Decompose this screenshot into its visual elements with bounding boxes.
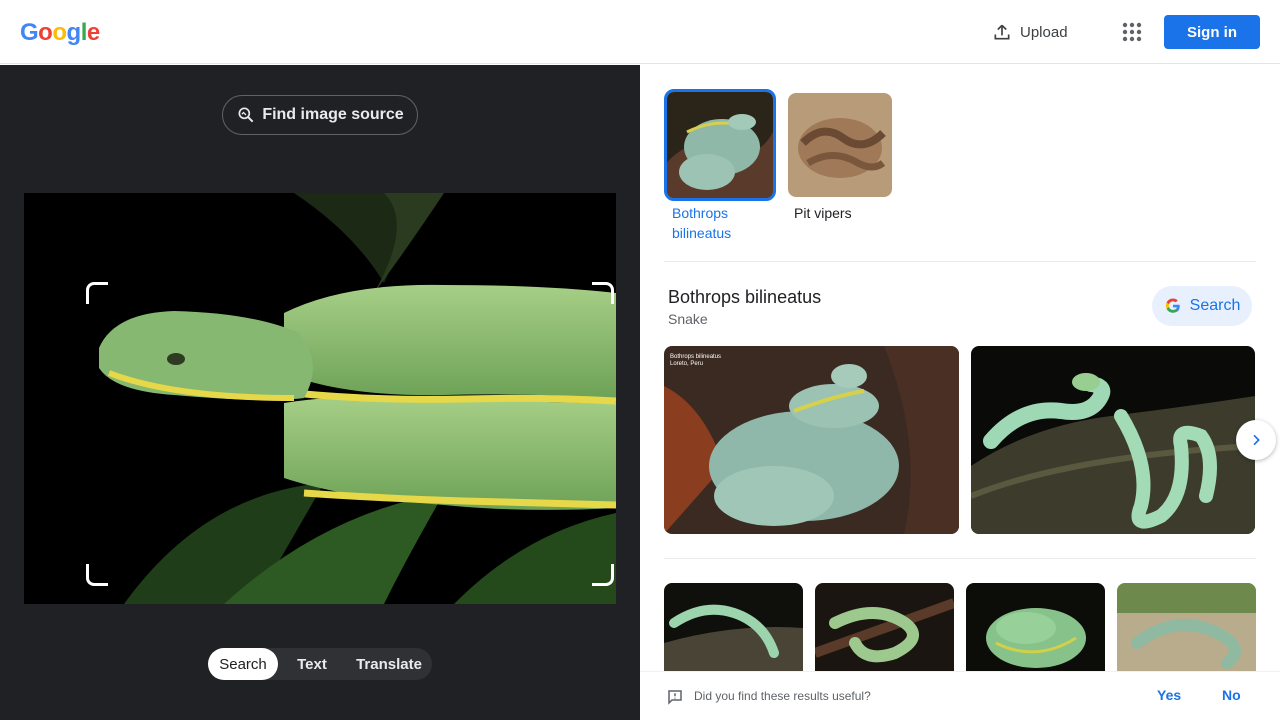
google-search-button[interactable]: Search <box>1152 286 1252 326</box>
feedback-bar: Did you find these results useful? Yes N… <box>640 671 1280 720</box>
chip-thumbnail <box>788 93 892 197</box>
tab-translate[interactable]: Translate <box>346 648 432 680</box>
feedback-no-button[interactable]: No <box>1222 687 1241 703</box>
google-g-icon <box>1165 298 1180 313</box>
chip-label: Pit vipers <box>794 205 852 221</box>
query-image[interactable] <box>24 193 616 604</box>
feedback-icon <box>668 690 682 705</box>
crop-handle-top-left[interactable] <box>86 282 108 304</box>
result-thumbnail[interactable] <box>664 583 803 673</box>
tab-text[interactable]: Text <box>278 648 346 680</box>
feedback-question: Did you find these results useful? <box>694 689 871 703</box>
query-image-panel: Find image source Search Text Translate <box>0 65 640 720</box>
crop-handle-bottom-right[interactable] <box>592 564 614 586</box>
find-image-source-label: Find image source <box>262 106 404 123</box>
find-image-source-button[interactable]: Find image source <box>222 95 418 135</box>
chip-label: Bothrops bilineatus <box>672 205 732 241</box>
chevron-right-icon <box>1253 434 1260 446</box>
divider <box>664 261 1256 262</box>
logo-letter: g <box>66 19 82 46</box>
results-panel: Bothrops bilineatus Pit vipers Bothrops … <box>640 65 1280 720</box>
result-thumbnail[interactable] <box>815 583 954 673</box>
result-image[interactable]: Bothrops bilineatus Loreto, Peru <box>664 346 959 534</box>
chip-pit-vipers[interactable]: Pit vipers <box>788 93 898 223</box>
upload-icon <box>994 24 1010 40</box>
crop-handle-bottom-left[interactable] <box>86 564 108 586</box>
crop-handle-top-right[interactable] <box>592 282 614 304</box>
top-bar: Google Upload Sign in <box>0 0 1280 64</box>
apps-grid-icon[interactable] <box>1120 20 1144 44</box>
entity-title: Bothrops bilineatus <box>668 287 822 307</box>
logo-letter: o <box>38 19 53 46</box>
google-logo[interactable]: Google <box>20 19 100 47</box>
upload-label: Upload <box>1020 23 1068 41</box>
logo-letter: G <box>20 19 39 46</box>
chip-thumbnail <box>664 89 776 201</box>
mode-tabs: Search Text Translate <box>208 648 432 680</box>
upload-button[interactable]: Upload <box>992 20 1068 44</box>
divider <box>664 558 1256 559</box>
snake-photo <box>24 193 616 604</box>
result-thumbnail[interactable] <box>966 583 1105 673</box>
svg-text:Loreto, Peru: Loreto, Peru <box>670 361 703 367</box>
tab-search[interactable]: Search <box>208 648 278 680</box>
logo-letter: o <box>52 19 67 46</box>
search-button-label: Search <box>1189 297 1241 314</box>
result-image[interactable] <box>971 346 1255 534</box>
image-search-icon <box>238 107 254 123</box>
chip-bothrops-bilineatus[interactable]: Bothrops bilineatus <box>664 89 776 243</box>
result-thumbnail[interactable] <box>1117 583 1256 673</box>
logo-letter: e <box>86 19 100 46</box>
entity-subtitle: Snake <box>668 311 708 327</box>
svg-text:Bothrops bilineatus: Bothrops bilineatus <box>670 354 721 360</box>
next-results-button[interactable] <box>1236 420 1276 460</box>
feedback-yes-button[interactable]: Yes <box>1157 687 1181 703</box>
sign-in-button[interactable]: Sign in <box>1164 15 1260 49</box>
